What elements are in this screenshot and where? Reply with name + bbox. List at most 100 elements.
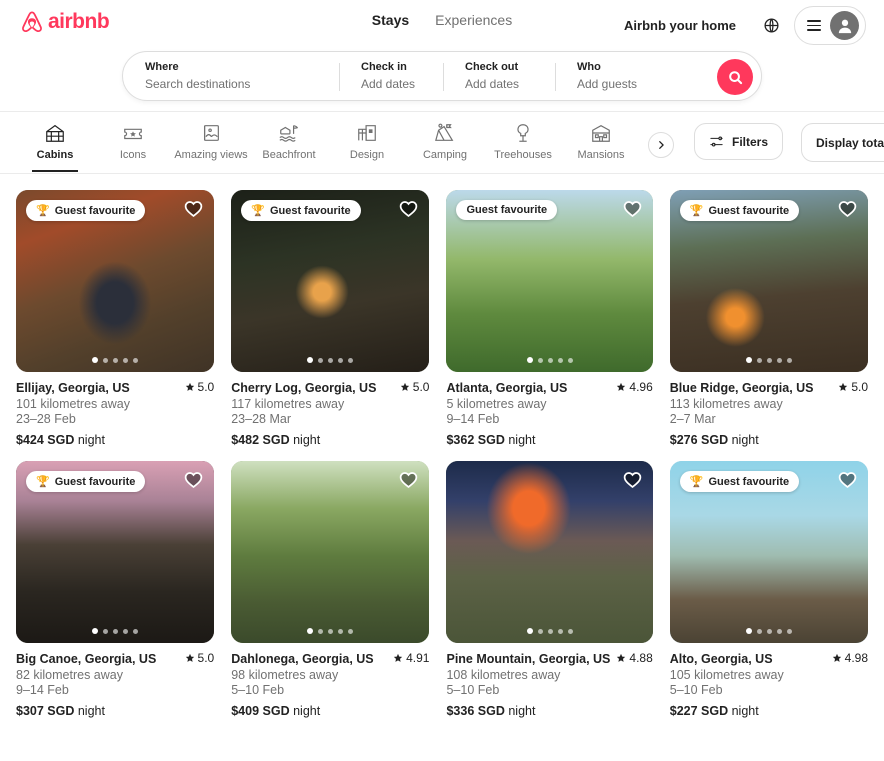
image-carousel-dots[interactable] — [745, 357, 792, 363]
listing-dates: 23–28 Feb — [16, 412, 76, 426]
header-actions: Airbnb your home — [612, 6, 866, 45]
star-icon — [393, 653, 403, 662]
category-icons[interactable]: Icons — [94, 120, 172, 161]
rating-value: 5.0 — [851, 380, 868, 394]
category-amazing-views[interactable]: Amazing views — [172, 120, 250, 161]
wishlist-heart-button[interactable] — [183, 469, 204, 495]
listing-card[interactable]: 🏆 Guest favourite Cherry Log, Georgia, US 5… — [231, 190, 430, 447]
cabin-icon — [46, 124, 64, 142]
category-bar: Cabins Icons Amazing views Beachfront De… — [0, 112, 884, 174]
search-checkout-field[interactable]: Check out Add dates — [443, 54, 555, 98]
image-carousel-dots[interactable] — [92, 628, 139, 634]
image-carousel-dots[interactable] — [745, 628, 792, 634]
listing-image[interactable]: 🏆 Guest favourite — [231, 190, 430, 372]
listing-card[interactable]: 🏆 Guest favourite Blue Ridge, Georgia, US 5… — [669, 190, 868, 447]
rating-value: 4.96 — [629, 380, 653, 394]
airbnb-logo[interactable]: airbnb — [20, 9, 110, 35]
price-unit: night — [731, 704, 759, 718]
search-where-field[interactable]: Where Search destinations — [123, 54, 339, 98]
guest-favourite-badge: 🏆 Guest favourite — [26, 471, 146, 492]
listing-rating: 5.0 — [400, 380, 429, 394]
nav-tab-stays[interactable]: Stays — [372, 12, 409, 28]
image-carousel-dots[interactable] — [307, 357, 354, 363]
listing-image[interactable] — [446, 461, 653, 643]
amazing-views-icon — [203, 125, 219, 141]
rating-value: 5.0 — [197, 651, 215, 665]
category-design[interactable]: Design — [328, 120, 406, 161]
guest-favourite-badge: 🏆 Guest favourite — [26, 200, 146, 221]
category-label: Treehouses — [494, 149, 552, 161]
listing-image[interactable]: 🏆 Guest favourite — [669, 190, 868, 372]
category-mansions[interactable]: Mansions — [562, 120, 640, 161]
heart-icon — [184, 201, 203, 218]
listing-image[interactable] — [231, 461, 430, 643]
listing-info: Blue Ridge, Georgia, US 5.0 113 kilometres… — [670, 372, 868, 447]
price-amount: $227 SGD — [669, 704, 729, 718]
category-label: Beachfront — [262, 149, 316, 161]
treehouse-icon — [517, 124, 529, 142]
category-label: Design — [349, 149, 385, 161]
listing-image[interactable]: 🏆 Guest favourite — [16, 461, 215, 643]
category-treehouses[interactable]: Treehouses — [484, 120, 562, 161]
wishlist-heart-button[interactable] — [837, 469, 858, 495]
price-unit: night — [77, 433, 105, 447]
search-bar[interactable]: Where Search destinations Check in Add d… — [122, 51, 762, 101]
category-camping[interactable]: Camping — [406, 120, 484, 161]
category-label: Icons — [119, 149, 147, 161]
wishlist-heart-button[interactable] — [622, 469, 643, 495]
image-carousel-dots[interactable] — [526, 357, 573, 363]
wishlist-heart-button[interactable] — [398, 198, 419, 224]
search-button[interactable] — [717, 59, 753, 95]
listing-card[interactable]: 🏆 Guest favourite Ellijay, Georgia, US 5.0 1… — [16, 190, 215, 447]
listing-price: $482 SGD night — [231, 433, 429, 447]
site-header: airbnb Stays Experiences Airbnb your hom… — [0, 0, 884, 112]
image-carousel-dots[interactable] — [526, 628, 573, 634]
listing-price: $227 SGD night — [670, 704, 868, 718]
category-list: Cabins Icons Amazing views Beachfront De… — [16, 120, 640, 161]
trophy-icon: 🏆 — [689, 205, 704, 217]
image-carousel-dots[interactable] — [92, 357, 139, 363]
guest-favourite-badge: 🏆 Guest favourite — [679, 200, 800, 221]
guest-favourite-label: Guest favourite — [269, 204, 351, 217]
listing-rating: 4.98 — [832, 651, 868, 665]
search-checkin-field[interactable]: Check in Add dates — [339, 54, 443, 98]
categories-next-button[interactable] — [648, 132, 674, 158]
listing-image[interactable]: 🏆 Guest favourite — [16, 190, 215, 372]
category-cabins[interactable]: Cabins — [16, 120, 94, 161]
listing-card[interactable]: Guest favourite Atlanta, Georgia, US 4.96 5… — [446, 190, 653, 447]
listing-card[interactable]: 🏆 Guest favourite Big Canoe, Georgia, US 5.… — [16, 461, 215, 718]
category-beachfront[interactable]: Beachfront — [250, 120, 328, 161]
listing-price: $424 SGD night — [16, 433, 214, 447]
design-icon — [358, 125, 376, 141]
filters-label: Filters — [732, 134, 769, 149]
display-total-before-taxes-toggle[interactable]: Display total before taxes — [801, 123, 884, 162]
listing-price: $409 SGD night — [231, 704, 429, 718]
globe-icon[interactable] — [754, 9, 788, 43]
listing-dates: 9–14 Feb — [446, 412, 500, 426]
search-where-label: Where — [145, 61, 179, 73]
listing-title: Big Canoe, Georgia, US — [16, 652, 157, 666]
profile-menu-button[interactable] — [794, 6, 866, 45]
listing-rating: 5.0 — [185, 380, 215, 394]
heart-icon — [623, 472, 642, 489]
wishlist-heart-button[interactable] — [398, 469, 419, 495]
listing-card[interactable]: 🏆 Guest favourite Alto, Georgia, US 4.98 105… — [669, 461, 868, 718]
rating-value: 4.98 — [844, 651, 868, 665]
image-carousel-dots[interactable] — [307, 628, 354, 634]
nav-tab-experiences[interactable]: Experiences — [435, 12, 512, 28]
listing-card[interactable]: Dahlonega, Georgia, US 4.91 98 kilometres … — [231, 461, 430, 718]
listing-image[interactable]: 🏆 Guest favourite — [669, 461, 868, 643]
search-who-field[interactable]: Who Add guests — [555, 54, 715, 98]
airbnb-wordmark: airbnb — [48, 10, 110, 33]
listing-title: Cherry Log, Georgia, US — [231, 381, 377, 395]
listing-image[interactable]: Guest favourite — [446, 190, 653, 372]
price-amount: $409 SGD — [231, 704, 290, 718]
airbnb-your-home-link[interactable]: Airbnb your home — [612, 8, 748, 43]
listing-distance: 105 kilometres away — [669, 668, 784, 682]
filters-button[interactable]: Filters — [694, 123, 784, 160]
listing-card[interactable]: Pine Mountain, Georgia, US 4.88 108 kilome… — [446, 461, 653, 718]
rating-value: 5.0 — [197, 380, 215, 394]
wishlist-heart-button[interactable] — [837, 198, 858, 224]
wishlist-heart-button[interactable] — [622, 198, 643, 224]
wishlist-heart-button[interactable] — [183, 198, 204, 224]
